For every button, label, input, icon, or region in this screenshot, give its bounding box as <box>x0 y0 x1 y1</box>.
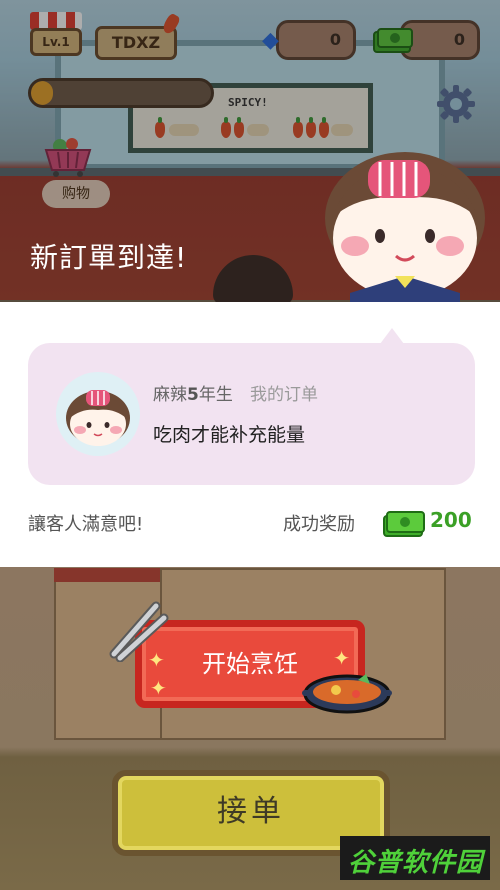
cash-icon <box>383 511 425 537</box>
customer-name-suffix: 年生 <box>198 385 233 405</box>
watermark: 谷普软件园 <box>340 836 490 880</box>
customer-name-prefix: 麻辣 <box>153 385 187 405</box>
reward-amount: 200 <box>430 508 472 532</box>
accept-order-label: 接单 <box>217 794 285 829</box>
start-cooking-label: 开始烹饪 <box>202 650 298 678</box>
customer-name-number: 5 <box>187 385 199 405</box>
customer-name: 麻辣5年生 <box>153 380 233 405</box>
customer-character <box>325 152 485 303</box>
reward-label: 成功奖励 <box>283 514 355 535</box>
customer-avatar <box>56 372 140 456</box>
order-tag: 我的订单 <box>250 385 318 405</box>
hotpot-bowl-icon <box>302 674 392 714</box>
tongs-icon <box>109 601 169 662</box>
sparkle-icon: ✦ <box>150 676 167 700</box>
speech-bubble-tail <box>380 328 404 344</box>
cabinet-trim <box>54 568 162 582</box>
new-order-title: 新訂單到達! <box>30 241 188 274</box>
watermark-text: 谷普软件园 <box>348 848 484 878</box>
satisfy-customer-text: 讓客人滿意吧! <box>28 514 144 535</box>
order-request-text: 吃肉才能补充能量 <box>153 424 306 446</box>
